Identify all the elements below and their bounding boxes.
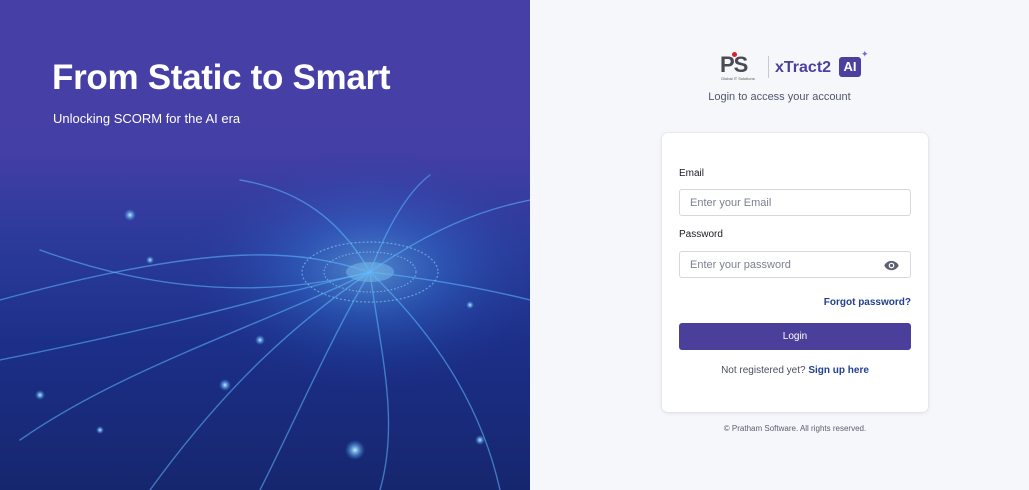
password-input[interactable]	[680, 252, 910, 277]
login-panel: PS Global IT Solutions xTract2 AI ✦ Logi…	[530, 0, 1029, 490]
password-label: Password	[679, 229, 723, 240]
brand-logo: PS Global IT Solutions xTract2 AI ✦	[720, 50, 870, 84]
login-card: Email Password Forgot password? Login No…	[662, 133, 928, 412]
signup-prompt-text: Not registered yet?	[721, 365, 806, 376]
forgot-password-link[interactable]: Forgot password?	[824, 297, 911, 308]
product-name: xTract2	[775, 59, 832, 76]
email-field-wrapper	[679, 189, 911, 216]
login-button[interactable]: Login	[679, 323, 911, 350]
ps-logo-dot	[732, 52, 737, 57]
hero-subtitle: Unlocking SCORM for the AI era	[53, 111, 241, 126]
login-tagline: Login to access your account	[708, 91, 851, 103]
ps-logo: PS Global IT Solutions	[720, 52, 764, 82]
signup-prompt: Not registered yet? Sign up here	[662, 365, 928, 376]
signup-link[interactable]: Sign up here	[808, 365, 869, 376]
footer-copyright: © Pratham Software. All rights reserved.	[723, 424, 867, 433]
ps-logo-letters: PS	[720, 52, 748, 77]
hero-panel: From Static to Smart Unlocking SCORM for…	[0, 0, 530, 490]
hero-title: From Static to Smart	[52, 58, 391, 97]
brand-divider	[768, 56, 769, 78]
eye-icon[interactable]	[884, 260, 899, 271]
email-label: Email	[679, 168, 705, 179]
email-input[interactable]	[680, 190, 910, 215]
ai-badge: AI	[839, 57, 861, 77]
sparkle-icon: ✦	[861, 49, 869, 59]
password-field-wrapper	[679, 251, 911, 278]
ps-logo-tagline: Global IT Solutions	[721, 76, 755, 81]
